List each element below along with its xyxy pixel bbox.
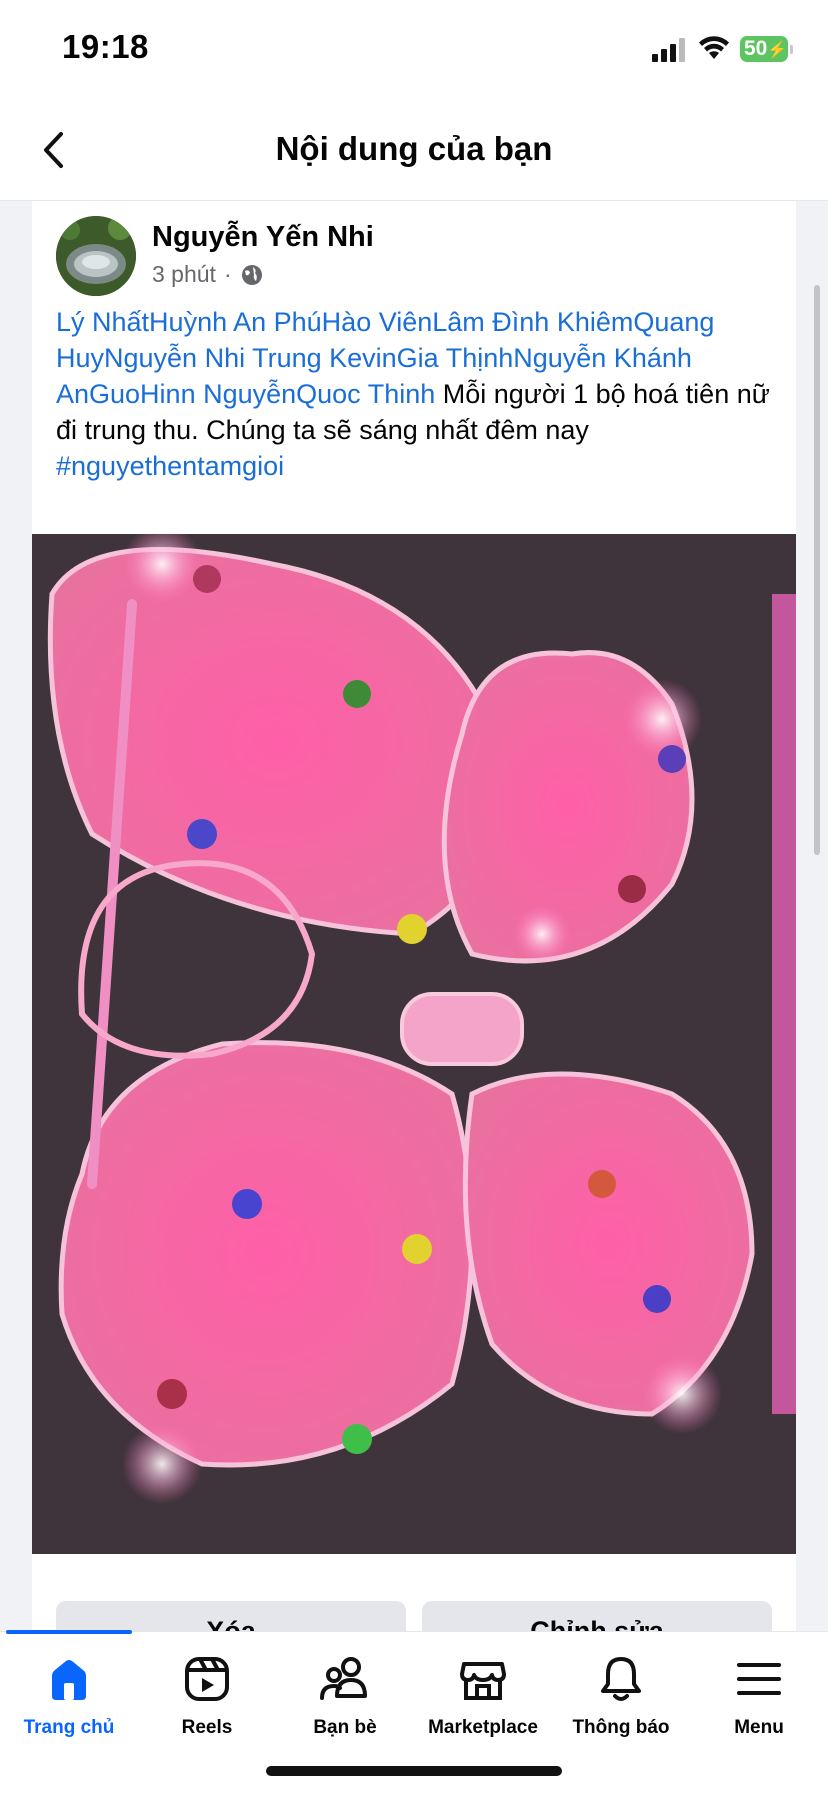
tab-notifications[interactable]: Thông báo — [552, 1632, 690, 1762]
scrollbar[interactable] — [814, 285, 820, 855]
status-bar: 19:18 50⚡ — [0, 0, 828, 100]
tab-marketplace[interactable]: Marketplace — [414, 1632, 552, 1762]
post-author[interactable]: Nguyễn Yến Nhi — [152, 221, 374, 254]
post-text: Lý NhấtHuỳnh An PhúHào ViênLâm Đình Khiê… — [56, 304, 786, 484]
tab-reels[interactable]: Reels — [138, 1632, 276, 1762]
post-meta: 3 phút · — [152, 261, 264, 288]
home-indicator[interactable] — [266, 1766, 562, 1776]
battery-tip — [790, 45, 793, 54]
page-title: Nội dung của bạn — [275, 130, 553, 167]
tab-notifications-label: Thông báo — [572, 1717, 670, 1738]
marketplace-icon — [460, 1662, 506, 1700]
cellular-signal-icon — [652, 38, 688, 67]
status-time: 19:18 — [62, 28, 149, 65]
reels-icon — [185, 1657, 229, 1701]
friends-icon — [320, 1657, 367, 1700]
edit-button[interactable]: Chỉnh sửa — [422, 1601, 772, 1631]
nav-header: Nội dung của bạn — [0, 100, 828, 201]
delete-button[interactable]: Xóa — [56, 1601, 406, 1631]
post-time[interactable]: 3 phút — [152, 261, 216, 288]
tab-home-label: Trang chủ — [23, 1717, 115, 1738]
post-photo[interactable] — [32, 534, 796, 1554]
wifi-icon — [698, 34, 730, 65]
tab-menu-label: Menu — [734, 1717, 784, 1738]
post-card: Nguyễn Yến Nhi 3 phút · Lý NhấtHuỳnh An … — [32, 201, 796, 1631]
tab-friends[interactable]: Bạn bè — [276, 1632, 414, 1762]
post-hashtag[interactable]: #nguyethentamgioi — [56, 448, 786, 484]
battery-level: 50 — [744, 37, 768, 60]
tab-reels-label: Reels — [181, 1717, 233, 1738]
menu-icon — [737, 1663, 781, 1695]
tab-home[interactable]: Trang chủ — [0, 1632, 138, 1762]
home-icon — [52, 1660, 86, 1700]
globe-icon — [241, 264, 262, 285]
bell-icon — [601, 1657, 641, 1701]
battery-icon: 50⚡ — [740, 36, 788, 62]
tab-friends-label: Bạn bè — [313, 1717, 377, 1738]
tab-menu[interactable]: Menu — [690, 1632, 828, 1762]
tab-marketplace-label: Marketplace — [428, 1717, 538, 1738]
meta-separator: · — [223, 261, 232, 287]
feed[interactable]: Nguyễn Yến Nhi 3 phút · Lý NhấtHuỳnh An … — [0, 201, 828, 1631]
avatar[interactable] — [56, 216, 136, 296]
